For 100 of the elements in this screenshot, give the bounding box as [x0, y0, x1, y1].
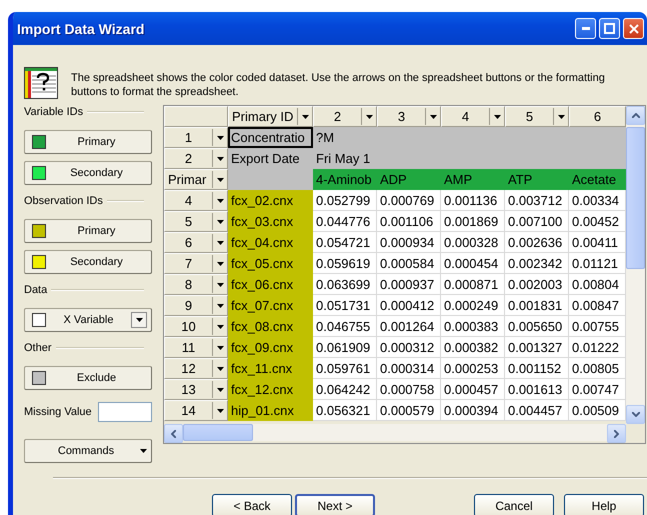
- missing-value-field[interactable]: [98, 402, 152, 422]
- caret-icon: [140, 449, 147, 453]
- caret-icon: [430, 114, 436, 118]
- table-cell: 0.001152: [505, 358, 569, 379]
- table-cell: 0.001869: [441, 211, 505, 232]
- table-cell: 0.00452: [569, 211, 626, 232]
- table-cell: 0.001106: [377, 211, 441, 232]
- table-cell: 0.000382: [441, 337, 505, 358]
- table-cell: 0.000249: [441, 295, 505, 316]
- format-button[interactable]: Secondary: [24, 250, 152, 274]
- dropdown-button[interactable]: [425, 108, 440, 125]
- table-cell: 0.00747: [569, 379, 626, 400]
- table-cell: 0.000412: [377, 295, 441, 316]
- table-cell: 0.063699: [313, 274, 377, 295]
- table-cell: 0.051731: [313, 295, 377, 316]
- dropdown-button[interactable]: [212, 255, 227, 272]
- dropdown-button[interactable]: [212, 150, 227, 167]
- row-number: 11: [180, 340, 196, 355]
- close-button[interactable]: [623, 18, 644, 39]
- group-label: Variable IDs: [24, 106, 84, 118]
- minimize-button[interactable]: [575, 18, 596, 39]
- column-label: 5: [524, 109, 534, 124]
- dialog-button[interactable]: < Back: [212, 494, 292, 515]
- dialog-button[interactable]: Cancel: [474, 494, 554, 515]
- scroll-thumb[interactable]: [183, 424, 253, 441]
- table-cell: ADP: [377, 169, 441, 190]
- format-button[interactable]: Secondary: [24, 161, 152, 185]
- dropdown-button[interactable]: [361, 108, 376, 125]
- dialog-button[interactable]: Help: [564, 494, 644, 515]
- row-number: 12: [180, 361, 197, 376]
- caret-icon: [216, 304, 224, 308]
- table-cell: 0.046755: [313, 316, 377, 337]
- table-cell: fcx_11.cnx: [228, 358, 313, 379]
- commands-button[interactable]: Commands: [24, 439, 152, 463]
- scroll-left-icon: [171, 430, 176, 438]
- table-cell: 0.000394: [441, 400, 505, 421]
- table-cell: 0.002636: [505, 232, 569, 253]
- column-label: Primary ID: [231, 109, 294, 124]
- table-cell: 0.003712: [505, 190, 569, 211]
- table-cell: 0.000314: [377, 358, 441, 379]
- caret-icon: [558, 114, 564, 118]
- dropdown-button[interactable]: [212, 297, 227, 314]
- row-number: 9: [184, 298, 194, 313]
- table-cell: 0.002003: [505, 274, 569, 295]
- table-cell: 0.002342: [505, 253, 569, 274]
- table-cell: Export Date: [228, 148, 313, 169]
- table-cell: 0.005650: [505, 316, 569, 337]
- caret-icon: [136, 318, 142, 322]
- table-cell: 0.000383: [441, 316, 505, 337]
- horizontal-scrollbar[interactable]: [164, 424, 626, 441]
- caret-icon: [302, 114, 308, 118]
- dialog-button[interactable]: Next >: [295, 494, 375, 515]
- table-cell: 0.059619: [313, 253, 377, 274]
- dropdown-button[interactable]: [212, 339, 227, 356]
- dropdown-button[interactable]: [212, 360, 227, 377]
- format-button[interactable]: X Variable: [24, 308, 152, 332]
- table-cell: Fri May 1: [313, 148, 377, 169]
- table-cell: 0.000457: [441, 379, 505, 400]
- dropdown-button[interactable]: [212, 171, 227, 188]
- table-cell: 0.00334: [569, 190, 626, 211]
- row-number: 13: [180, 382, 197, 397]
- help-sheet-icon: [24, 67, 58, 99]
- dropdown-button[interactable]: [297, 108, 312, 125]
- scroll-thumb[interactable]: [626, 127, 645, 269]
- column-label: 6: [592, 109, 602, 124]
- table-cell: 0.000312: [377, 337, 441, 358]
- dropdown-button[interactable]: [212, 276, 227, 293]
- dropdown-button[interactable]: [131, 312, 147, 328]
- dropdown-button[interactable]: [553, 108, 568, 125]
- dropdown-button[interactable]: [212, 381, 227, 398]
- dropdown-button[interactable]: [212, 213, 227, 230]
- caret-icon: [216, 198, 224, 202]
- table-cell: 0.004457: [505, 400, 569, 421]
- dropdown-button[interactable]: [212, 192, 227, 209]
- caret-icon: [216, 220, 224, 224]
- dropdown-button[interactable]: [212, 234, 227, 251]
- table-cell: 0.064242: [313, 379, 377, 400]
- table-cell: 0.00411: [569, 232, 626, 253]
- format-button[interactable]: Primary: [24, 130, 152, 154]
- table-cell: 0.052799: [313, 190, 377, 211]
- scroll-up-icon: [632, 113, 640, 118]
- table-cell: 4-Aminob: [313, 169, 377, 190]
- caret-icon: [494, 114, 500, 118]
- table-cell: 0.054721: [313, 232, 377, 253]
- dropdown-button[interactable]: [212, 318, 227, 335]
- table-cell: fcx_03.cnx: [228, 211, 313, 232]
- table-cell: 0.007100: [505, 211, 569, 232]
- dropdown-button[interactable]: [212, 129, 227, 146]
- table-cell: Acetate: [569, 169, 626, 190]
- format-button[interactable]: Primary: [24, 219, 152, 243]
- table-cell: AMP: [441, 169, 505, 190]
- table-cell: 0.01121: [569, 253, 626, 274]
- maximize-button[interactable]: [599, 18, 620, 39]
- format-button[interactable]: Exclude: [24, 366, 152, 390]
- vertical-scrollbar[interactable]: [626, 106, 645, 424]
- caret-icon: [366, 114, 372, 118]
- dropdown-button[interactable]: [212, 402, 227, 419]
- table-cell: 0.000934: [377, 232, 441, 253]
- dropdown-button[interactable]: [489, 108, 504, 125]
- row-number: 7: [184, 256, 194, 271]
